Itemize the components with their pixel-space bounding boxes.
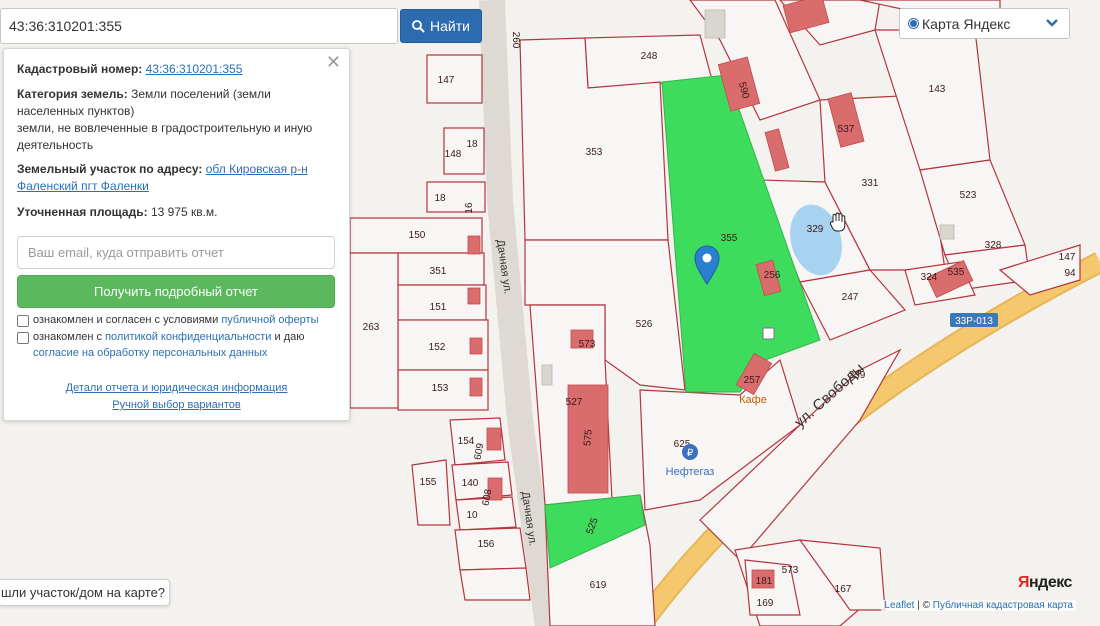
- road-badge: 33Р-013: [950, 313, 998, 327]
- email-field[interactable]: [17, 236, 335, 269]
- address-label: Земельный участок по адресу:: [17, 162, 203, 176]
- parcel-number-label: 152: [429, 342, 446, 353]
- privacy-consent-text: ознакомлен с политикой конфиденциальност…: [33, 329, 333, 345]
- parcel-number-label: 527: [566, 397, 583, 408]
- get-report-button-label: Получить подробный отчет: [93, 284, 259, 299]
- parcel-number-label: 537: [838, 124, 855, 135]
- parcel-number-label: 573: [579, 339, 596, 350]
- report-details-link[interactable]: Детали отчета и юридическая информация: [4, 382, 349, 394]
- parcel-number-label: 148: [445, 149, 462, 160]
- cadastral-number-row: Кадастровый номер: 43:36:310201:355: [17, 61, 327, 78]
- parcel-number-label: 156: [478, 539, 495, 550]
- land-category-label: Категория земель:: [17, 87, 128, 101]
- area-row: Уточненная площадь: 13 975 кв.м.: [17, 204, 327, 221]
- parcel-number-label: 154: [458, 436, 475, 447]
- parcel-number-label: 147: [438, 75, 455, 86]
- parcel-number-label: 94: [1064, 268, 1076, 279]
- svg-text:₽: ₽: [687, 448, 694, 459]
- land-category-row: Категория земель: Земли поселений (земли…: [17, 86, 327, 154]
- parcel-number-label: 18: [434, 193, 446, 204]
- pin-square-icon: [762, 327, 775, 340]
- parcel-number-label: 331: [862, 178, 879, 189]
- cadastral-number-label: Кадастровый номер:: [17, 62, 143, 76]
- personal-data-consent-link[interactable]: согласие на обработку персональных данны…: [33, 347, 267, 359]
- yandex-logo: Яндекс: [1018, 574, 1072, 592]
- personal-data-consent-row: согласие на обработку персональных данны…: [33, 345, 333, 361]
- parcel-number-label: 573: [782, 565, 799, 576]
- parcel-number-label: 16: [464, 202, 475, 214]
- public-offer-link[interactable]: публичной оферты: [221, 314, 318, 326]
- find-parcel-help-label: шли участок/дом на карте?: [1, 585, 166, 600]
- attribution-separator: |: [917, 600, 920, 611]
- offer-consent-label: ознакомлен и согласен с условиями: [33, 314, 219, 326]
- fuel-station-icon[interactable]: ₽: [682, 444, 698, 460]
- parcel-number-label: 535: [948, 267, 965, 278]
- parcel-number-label: 155: [420, 477, 437, 488]
- parcel-number-label: 169: [757, 598, 774, 609]
- parcel-number-label: 329: [807, 224, 824, 235]
- logo-first-letter: Я: [1018, 574, 1030, 591]
- parcel-number-label: 151: [430, 302, 447, 313]
- area-value: 13 975 кв.м.: [150, 205, 218, 219]
- privacy-consent-mid: и даю: [274, 331, 305, 343]
- logo-rest: ндекс: [1029, 574, 1072, 591]
- parcel-number-label: 351: [430, 266, 447, 277]
- parcel-number-label: 353: [586, 147, 603, 158]
- get-report-button[interactable]: Получить подробный отчет: [17, 275, 335, 308]
- parcel-number-label: 181: [756, 576, 773, 587]
- leaflet-link[interactable]: Leaflet: [884, 600, 914, 611]
- parcel-number-label: 260: [510, 32, 521, 49]
- offer-consent-checkbox[interactable]: [17, 315, 29, 327]
- parcel-number-label: 10: [466, 510, 478, 521]
- map-layer-select[interactable]: Карта Яндекс: [899, 8, 1070, 39]
- parcel-number-label: 328: [985, 240, 1002, 251]
- manual-selection-link[interactable]: Ручной выбор вариантов: [4, 399, 349, 411]
- address-row: Земельный участок по адресу: обл Кировск…: [17, 161, 327, 195]
- parcel-number-label: 140: [462, 478, 479, 489]
- parcel-number-label: 248: [641, 51, 658, 62]
- svg-text:33Р-013: 33Р-013: [955, 316, 993, 327]
- parcel-number-label: 153: [432, 383, 449, 394]
- privacy-consent-label: ознакомлен с: [33, 331, 103, 343]
- area-label: Уточненная площадь:: [17, 205, 148, 219]
- parcel-number-label: 263: [363, 322, 380, 333]
- cadastral-number-link[interactable]: 43:36:310201:355: [146, 62, 243, 76]
- parcel-number-label: 355: [721, 233, 738, 244]
- map-attribution: Leaflet | © Публичная кадастровая карта: [881, 600, 1076, 611]
- parcel-number-label: 575: [582, 429, 594, 447]
- privacy-consent-checkbox[interactable]: [17, 332, 29, 344]
- parcel-number-label: 526: [636, 319, 653, 330]
- parcel-number-label: 257: [744, 375, 761, 386]
- offer-consent-text: ознакомлен и согласен с условиями публич…: [33, 312, 333, 328]
- parcel-number-label: 150: [409, 230, 426, 241]
- poi-fuel-label: Нефтегаз: [666, 466, 715, 478]
- parcel-number-label: 147: [1059, 252, 1076, 263]
- parcel-number-label: 324: [921, 272, 938, 283]
- close-icon[interactable]: ✕: [326, 53, 341, 71]
- parcel-number-label: 247: [842, 292, 859, 303]
- parcel-info-panel: ✕ Кадастровый номер: 43:36:310201:355 Ка…: [3, 48, 350, 421]
- find-button[interactable]: Найти: [400, 9, 482, 43]
- poi-cafe-label: Кафе: [739, 394, 767, 406]
- radio-selected-icon: [908, 18, 919, 29]
- land-category-value-2: земли, не вовлеченные в градостроительну…: [17, 121, 313, 152]
- privacy-policy-link[interactable]: политикой конфиденциальности: [105, 331, 271, 343]
- search-box: [0, 8, 409, 44]
- attribution-copyright: ©: [922, 600, 930, 611]
- parcel-number-label: 256: [764, 270, 781, 281]
- chevron-down-icon: [1046, 19, 1058, 27]
- cadastral-map-link[interactable]: Публичная кадастровая карта: [933, 600, 1073, 611]
- find-parcel-help-button[interactable]: шли участок/дом на карте?: [0, 579, 170, 606]
- cadastral-search-input[interactable]: [1, 9, 409, 43]
- parcel-number-label: 167: [835, 584, 852, 595]
- find-button-label: Найти: [430, 18, 470, 34]
- hand-cursor-icon: [829, 212, 846, 232]
- parcel-number-label: 619: [590, 580, 607, 591]
- map-layer-selected-label: Карта Яндекс: [922, 15, 1011, 32]
- parcel-number-label: 523: [960, 190, 977, 201]
- parcel-number-label: 143: [929, 84, 946, 95]
- search-icon: [412, 19, 425, 33]
- parcel-number-label: 18: [466, 139, 478, 150]
